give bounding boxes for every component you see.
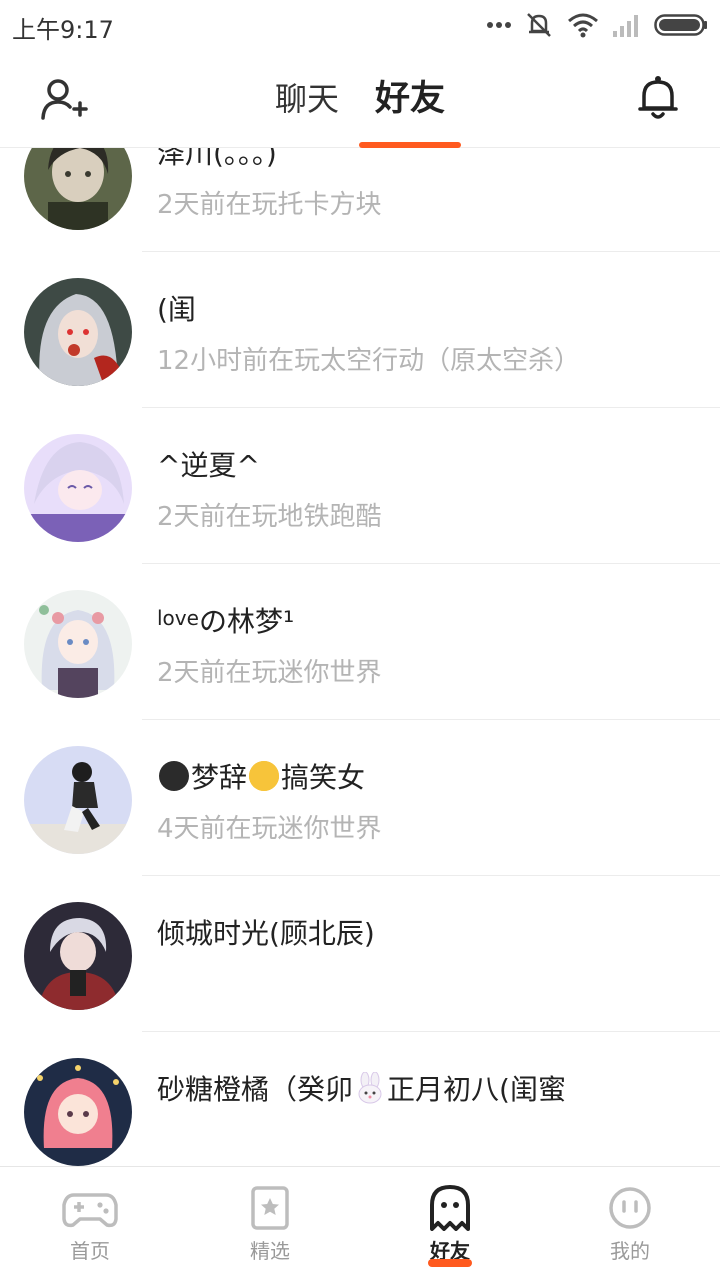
nav-me-label: 我的 [610, 1239, 650, 1263]
nav-home-label: 首页 [70, 1239, 110, 1263]
status-time: 上午9:17 [12, 16, 114, 44]
top-bar: 聊天 好友 [0, 50, 720, 148]
friend-name: 泽川(。。。) [157, 148, 277, 170]
bottom-nav: 首页 精选 好友 我的 [0, 1166, 720, 1280]
active-nav-indicator [428, 1259, 472, 1267]
friend-row[interactable]: ^逆夏^ 2天前在玩地铁跑酷 [0, 408, 720, 564]
signal-icon [613, 15, 638, 37]
friend-name-part-b: 正月初八(闺蜜 [387, 1073, 566, 1106]
friend-row[interactable]: loveの林梦¹ 2天前在玩迷你世界 [0, 564, 720, 720]
friend-name: loveの林梦¹ [157, 600, 294, 640]
tab-chat-label: 聊天 [274, 80, 339, 118]
battery-icon [654, 14, 707, 36]
avatar[interactable] [24, 278, 132, 386]
friend-name: 倾城时光(顾北辰) [157, 917, 375, 950]
friend-name: 砂糖橙橘（癸卯 正月初八(闺蜜 [157, 1068, 566, 1108]
friend-name-small: love [157, 606, 199, 630]
cool-sunglasses-emoji-icon [249, 761, 280, 791]
status-bar: 上午9:17 [0, 0, 720, 50]
friend-status: 2天前在玩托卡方块 [157, 190, 382, 220]
nav-featured-label: 精选 [250, 1239, 290, 1263]
top-tabs: 聊天 好友 [0, 50, 720, 148]
ghost-icon [430, 1185, 470, 1231]
notification-bell-icon[interactable] [638, 74, 678, 122]
friend-name: ^逆夏^ [157, 449, 260, 482]
friend-row[interactable]: 泽川(。。。) 2天前在玩托卡方块 [0, 148, 720, 252]
avatar[interactable] [24, 590, 132, 698]
rabbit-emoji-icon [358, 1071, 382, 1104]
friend-row[interactable]: (闺 12小时前在玩太空行动（原太空杀） [0, 252, 720, 408]
friend-name-part-a: 砂糖橙橘（癸卯 [157, 1073, 354, 1106]
friend-name-part-a: 梦辞 [191, 761, 248, 794]
nav-me[interactable]: 我的 [540, 1167, 720, 1280]
friend-row[interactable]: 倾城时光(顾北辰) [0, 876, 720, 1032]
gamepad-icon [62, 1193, 118, 1228]
avatar[interactable] [24, 148, 132, 230]
friend-row[interactable]: 梦辞 搞笑女 4天前在玩迷你世界 [0, 720, 720, 876]
friend-status: 2天前在玩迷你世界 [157, 658, 382, 688]
mute-icon [527, 13, 551, 37]
star-card-icon [251, 1186, 289, 1230]
friend-list[interactable]: 泽川(。。。) 2天前在玩托卡方块 (闺 12小时前在玩太空行动（原太空杀） ^… [0, 148, 720, 1166]
friend-status: 4天前在玩迷你世界 [157, 814, 382, 844]
friend-name-part-b: 搞笑女 [281, 761, 366, 794]
nav-featured[interactable]: 精选 [180, 1167, 360, 1280]
friend-row[interactable]: 砂糖橙橘（癸卯 正月初八(闺蜜 [0, 1032, 720, 1166]
avatar[interactable] [24, 434, 132, 542]
face-icon [609, 1187, 651, 1229]
wifi-icon [568, 13, 598, 38]
friend-name: 梦辞 搞笑女 [157, 756, 365, 796]
avatar[interactable] [24, 746, 132, 854]
avatar[interactable] [24, 902, 132, 1010]
more-dots-icon [487, 22, 511, 28]
tab-friends[interactable]: 好友 [359, 50, 462, 148]
nav-home[interactable]: 首页 [0, 1167, 180, 1280]
friend-status: 2天前在玩地铁跑酷 [157, 502, 382, 532]
avatar[interactable] [24, 1058, 132, 1166]
friend-name: (闺 [157, 293, 196, 326]
status-icons [486, 10, 708, 40]
nav-friends[interactable]: 好友 [360, 1167, 540, 1280]
friend-status: 12小时前在玩太空行动（原太空杀） [157, 346, 581, 376]
tab-friends-label: 好友 [375, 79, 446, 119]
friend-name-main: の林梦¹ [198, 605, 295, 638]
tab-chat[interactable]: 聊天 [275, 50, 339, 148]
dark-face-emoji-icon [159, 761, 189, 791]
